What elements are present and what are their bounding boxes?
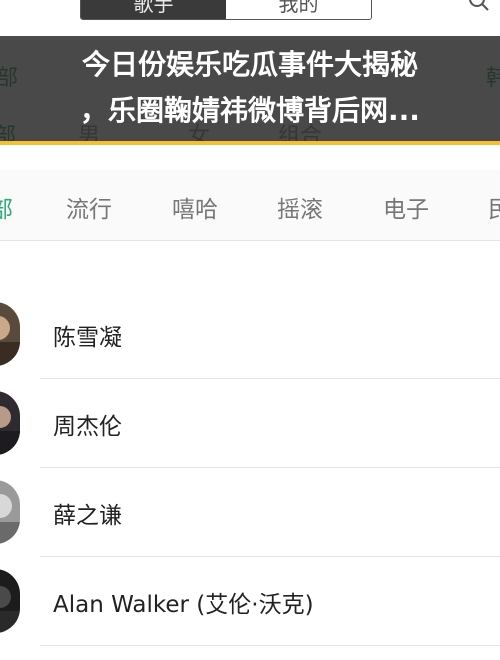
artist-row[interactable]: 薛之谦	[0, 468, 500, 557]
artist-row[interactable]: Alan Walker (艾伦·沃克)	[0, 557, 500, 646]
tab-singers[interactable]: 歌手	[81, 0, 226, 19]
genre-electronic[interactable]: 电子	[383, 190, 429, 224]
genre-hiphop[interactable]: 嘻哈	[172, 190, 218, 224]
artist-list: 陈雪凝 周杰伦 薛之谦 Alan Walker (艾伦·沃克)	[0, 290, 500, 646]
genre-filter-bar: 部 流行 嘻哈 摇滚 电子 民	[0, 170, 500, 241]
artist-name: 周杰伦	[53, 414, 122, 440]
avatar	[0, 480, 20, 544]
row-divider	[40, 645, 500, 646]
tab-mine[interactable]: 我的	[226, 0, 371, 19]
artist-row[interactable]: 周杰伦	[0, 379, 500, 468]
caption-overlay: 今日份娱乐吃瓜事件大揭秘 ，乐圈鞠婧祎微博背后网...	[0, 36, 500, 143]
search-icon[interactable]	[468, 0, 490, 12]
app-screen: 歌手 我的 部 韩 部 男 女 组合 今日份娱乐吃瓜事件大揭秘 ，乐圈鞠婧祎微博…	[0, 0, 500, 660]
avatar	[0, 391, 20, 455]
caption-line-2: ，乐圈鞠婧祎微博背后网...	[80, 94, 420, 127]
genre-folk[interactable]: 民	[488, 190, 500, 224]
top-tab-switch: 歌手 我的	[80, 0, 372, 20]
artist-name: 陈雪凝	[53, 325, 122, 351]
artist-row[interactable]: 陈雪凝	[0, 290, 500, 379]
artist-name: 薛之谦	[53, 503, 122, 529]
caption-line-1: 今日份娱乐吃瓜事件大揭秘	[81, 48, 418, 81]
genre-rock[interactable]: 摇滚	[277, 190, 323, 224]
genre-all[interactable]: 部	[0, 190, 13, 224]
caption-accent-bar	[0, 141, 500, 145]
avatar	[0, 302, 20, 366]
genre-pop[interactable]: 流行	[66, 190, 112, 224]
avatar	[0, 569, 20, 633]
artist-name: Alan Walker (艾伦·沃克)	[53, 592, 314, 618]
